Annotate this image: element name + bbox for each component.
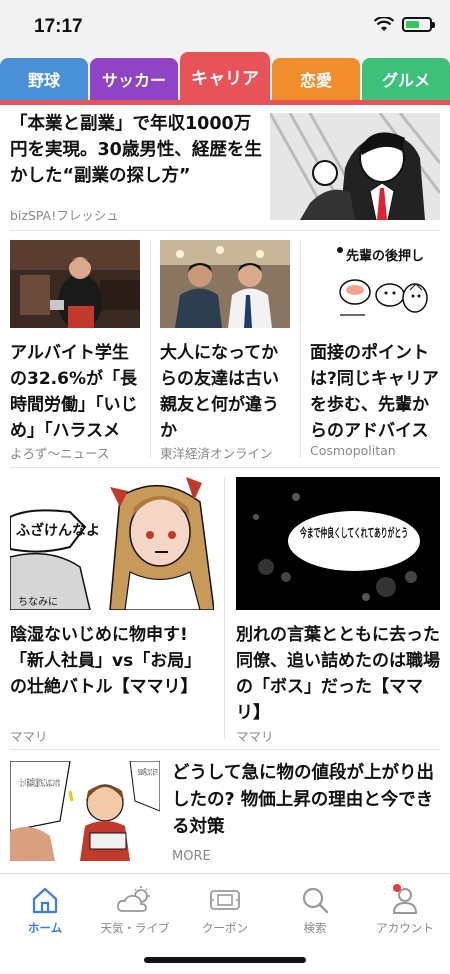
article-card[interactable]: 今まで仲良くしてくれてありがとう 別れの言葉とともに去った同僚、追い詰めたのは職… xyxy=(236,477,440,723)
article-title: 陰湿ないじめに物申す!「新人社員」vs「お局」の壮絶バトル【ママリ】 xyxy=(10,625,202,697)
hero-thumbnail xyxy=(270,113,440,220)
thumbnail-text: 先輩の後押し xyxy=(346,248,424,264)
nav-label: 天気・ライブ xyxy=(100,921,170,935)
article-source: ママリ xyxy=(10,729,48,744)
weather-icon xyxy=(115,884,155,916)
divider xyxy=(10,230,440,231)
nav-account[interactable]: アカウント xyxy=(360,884,450,936)
article-thumbnail: ふざけんなよ ちなみに xyxy=(10,477,214,610)
tab-soccer[interactable]: サッカー xyxy=(90,58,178,100)
status-time: 17:17 xyxy=(34,16,83,37)
article-title: 別れの言葉とともに去った同僚、追い詰めたのは職場の「ボス」だった【ママリ】 xyxy=(236,625,440,723)
tab-career[interactable]: キャリア xyxy=(180,52,270,100)
article-card[interactable]: 先輩の後押し 面接のポイントは?同じキャリアを歩む、先輩からのアドバイス xyxy=(310,240,440,460)
speech-bubble-text: 今まで仲良くしてくれてありがとう xyxy=(299,525,408,540)
article-thumbnail[interactable]: えっ? 前は同じ量でもこんなにいかな 5000円になります! xyxy=(9,760,161,861)
nav-home[interactable]: ホーム xyxy=(0,884,90,936)
notification-badge xyxy=(393,884,401,892)
article-card[interactable]: ふざけんなよ ちなみに 陰湿ないじめに物申す!「新人社員」vs「お局」の壮絶バト… xyxy=(10,477,214,717)
home-icon xyxy=(25,884,65,916)
thumbnail-text: 5000円になります! xyxy=(138,768,158,777)
speech-bubble-text: ふざけんなよ xyxy=(16,522,100,539)
search-icon xyxy=(295,884,335,916)
article-source: ママリ xyxy=(236,729,274,744)
nav-label: 検索 xyxy=(303,921,327,935)
article-title[interactable]: どうして急に物の値段が上がり出したの? 物価上昇の理由と今できる対策 xyxy=(172,760,434,841)
column-divider xyxy=(150,240,151,458)
coupon-icon xyxy=(205,884,245,916)
column-divider xyxy=(224,477,225,739)
status-bar: 17:17 xyxy=(0,0,450,52)
home-indicator xyxy=(144,957,306,963)
nav-search[interactable]: 検索 xyxy=(270,884,360,936)
article-thumbnail: 先輩の後押し xyxy=(310,240,440,328)
article-source: よろず〜ニュース xyxy=(10,446,110,461)
nav-label: アカウント xyxy=(376,921,434,935)
column-divider xyxy=(300,240,301,458)
hero-title: 「本業と副業」で年収1000万円を実現。30歳男性、経歴を生かした“副業の探し方… xyxy=(10,114,262,186)
article-thumbnail xyxy=(160,240,290,328)
nav-label: クーポン xyxy=(202,921,248,935)
tab-gourmet[interactable]: グルメ xyxy=(362,58,450,100)
article-card[interactable]: アルバイト学生の32.6%が「長時間労働」「いじめ」「ハラスメン… xyxy=(10,240,140,460)
hero-source: bizSPA!フレッシュ xyxy=(10,208,119,223)
tab-romance[interactable]: 恋愛 xyxy=(272,58,360,100)
article-feed[interactable]: 「本業と副業」で年収1000万円を実現。30歳男性、経歴を生かした“副業の探し方… xyxy=(0,105,450,873)
nav-label: ホーム xyxy=(27,921,63,935)
battery-icon xyxy=(402,17,435,32)
nav-weather[interactable]: 天気・ライブ xyxy=(90,884,180,936)
nav-coupon[interactable]: クーポン xyxy=(180,884,270,936)
hero-article[interactable]: 「本業と副業」で年収1000万円を実現。30歳男性、経歴を生かした“副業の探し方… xyxy=(0,105,450,230)
divider xyxy=(10,467,440,468)
divider xyxy=(10,749,440,750)
status-icons xyxy=(374,17,435,32)
wifi-icon xyxy=(374,17,394,31)
article-thumbnail xyxy=(10,240,140,328)
article-source: Cosmopolitan xyxy=(310,443,396,458)
thumbnail-text: えっ? 前は同じ量でもこんなにいかな xyxy=(20,777,60,789)
article-title: アルバイト学生の32.6%が「長時間労働」「いじめ」「ハラスメン… xyxy=(10,343,138,441)
article-title: 面接のポイントは?同じキャリアを歩む、先輩からのアドバイス xyxy=(310,343,439,441)
thumbnail-caption: ちなみに xyxy=(18,596,58,608)
article-source: 東洋経済オンライン xyxy=(160,446,273,461)
tab-baseball[interactable]: 野球 xyxy=(0,58,88,100)
category-tabs: 野球 サッカー キャリア 恋愛 グルメ xyxy=(0,52,450,104)
article-title: 大人になってからの友達は古い親友と何が違うか xyxy=(160,343,279,441)
article-thumbnail: 今まで仲良くしてくれてありがとう xyxy=(236,477,440,610)
more-link[interactable]: MORE xyxy=(172,849,211,864)
article-card[interactable]: 大人になってからの友達は古い親友と何が違うか xyxy=(160,240,290,460)
account-icon xyxy=(385,884,425,916)
